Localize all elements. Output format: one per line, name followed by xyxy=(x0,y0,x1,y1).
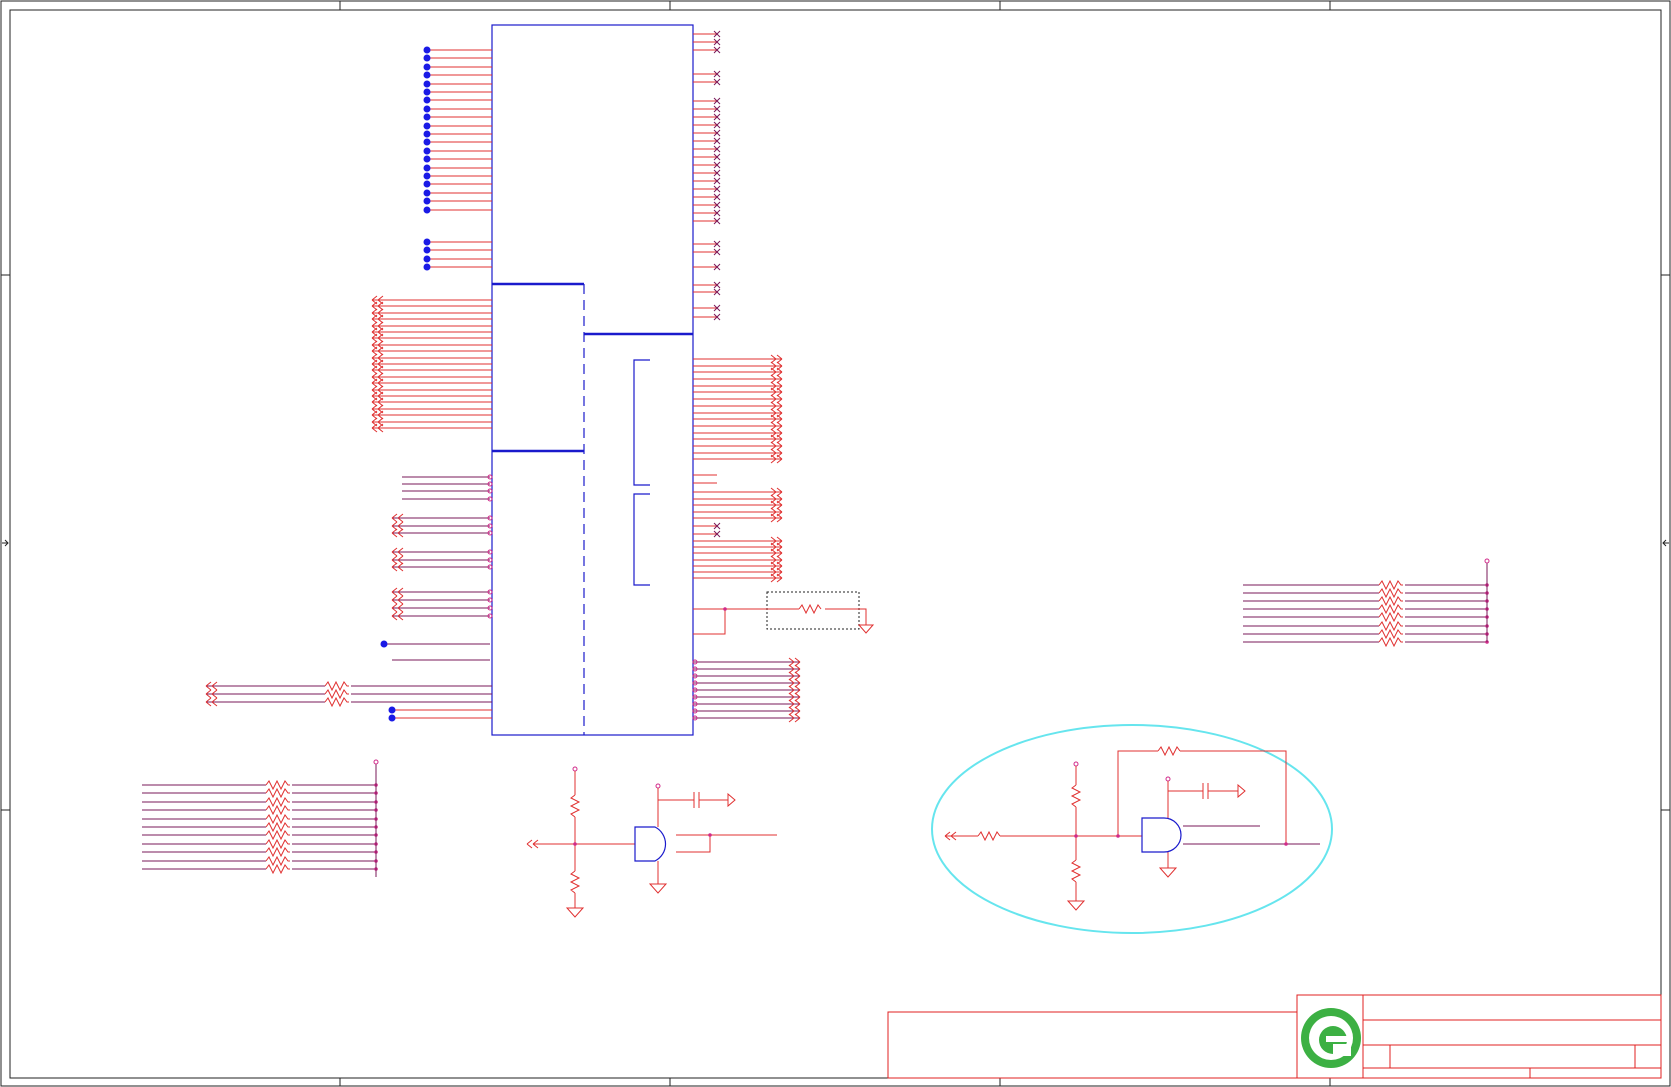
resistor-icon xyxy=(1378,603,1403,615)
ic-left-pins-junction-group xyxy=(423,46,492,271)
junction-dot-icon xyxy=(388,714,396,722)
junction-dot-icon xyxy=(423,164,431,172)
junction-dot-icon xyxy=(423,113,431,121)
ic-right-no-connect-pins xyxy=(693,30,721,321)
highlighted-reset-circuit xyxy=(931,724,1333,934)
resistor-icon xyxy=(977,830,1001,842)
resistor-icon xyxy=(1378,611,1403,623)
junction-dot-icon xyxy=(423,147,431,155)
junction-dot-icon xyxy=(423,172,431,180)
junction-dot-icon xyxy=(380,640,388,648)
termination-resistor-box xyxy=(693,591,875,635)
resistor-icon xyxy=(265,787,290,799)
ground-icon xyxy=(857,624,875,634)
title-block xyxy=(887,994,1662,1079)
schematic-sheet xyxy=(0,0,1671,1087)
junction-dot-icon xyxy=(423,88,431,96)
resistor-icon xyxy=(265,779,290,791)
resistor-icon xyxy=(324,688,349,700)
resistor-icon xyxy=(265,804,290,816)
resistor-icon xyxy=(1157,745,1181,757)
resistor-icon xyxy=(324,680,349,692)
resistor-icon xyxy=(1378,620,1403,632)
junction-dot-icon xyxy=(423,263,431,271)
resistor-icon xyxy=(1378,628,1403,640)
junction-dot-icon xyxy=(423,138,431,146)
sheet-border xyxy=(0,0,1671,1087)
resistor-icon xyxy=(798,603,822,615)
pull-up-resistor-network-left xyxy=(142,759,379,877)
capacitor-icon xyxy=(690,792,720,808)
power-port-icon xyxy=(1232,783,1246,799)
junction-dot-icon xyxy=(423,130,431,138)
ic-left-pins-connector-group xyxy=(371,295,492,433)
ic-right-connector-pins xyxy=(693,354,783,583)
resistor-icon xyxy=(265,863,290,875)
resistor-icon xyxy=(265,855,290,867)
junction-dot-icon xyxy=(423,96,431,104)
junction-dot-icon xyxy=(423,122,431,130)
resistor-icon xyxy=(324,696,349,708)
series-resistor-pair xyxy=(205,680,492,708)
junction-dot-icon xyxy=(423,71,431,79)
main-ic-symbol xyxy=(491,24,694,736)
resistor-icon xyxy=(1378,579,1403,591)
junction-dot-icon xyxy=(423,255,431,263)
pull-up-resistor-network-right xyxy=(1243,558,1490,648)
resistor-icon xyxy=(265,813,290,825)
junction-dot-icon xyxy=(388,706,396,714)
junction-dot-icon xyxy=(423,206,431,214)
power-port-icon xyxy=(720,792,736,808)
ic-right-bottom-pins xyxy=(692,657,801,723)
junction-dot-icon xyxy=(423,80,431,88)
resistor-icon xyxy=(569,794,581,818)
resistor-icon xyxy=(265,838,290,850)
reset-circuit-left xyxy=(526,766,777,918)
junction-dot-icon xyxy=(423,54,431,62)
resistor-icon xyxy=(569,870,581,894)
resistor-icon xyxy=(265,846,290,858)
and-gate-icon xyxy=(1141,817,1182,853)
resistor-icon xyxy=(265,829,290,841)
ground-icon xyxy=(1158,867,1178,878)
capacitor-icon xyxy=(1200,783,1232,799)
ground-icon xyxy=(1066,900,1086,911)
resistor-icon xyxy=(1378,595,1403,607)
resistor-icon xyxy=(265,821,290,833)
resistor-icon xyxy=(1070,859,1082,883)
junction-dot-icon xyxy=(423,63,431,71)
junction-dot-icon xyxy=(423,46,431,54)
junction-dot-icon xyxy=(423,180,431,188)
resistor-icon xyxy=(1070,784,1082,808)
and-gate-icon xyxy=(634,826,667,862)
ground-icon xyxy=(565,907,585,918)
resistor-icon xyxy=(265,796,290,808)
junction-dot-icon xyxy=(423,155,431,163)
resistor-icon xyxy=(1378,587,1403,599)
junction-dot-icon xyxy=(423,246,431,254)
resistor-icon xyxy=(1378,636,1403,648)
junction-dot-icon xyxy=(423,238,431,246)
junction-dot-icon xyxy=(423,197,431,205)
junction-dot-icon xyxy=(423,105,431,113)
junction-dot-icon xyxy=(423,189,431,197)
power-port-icon xyxy=(373,759,379,765)
ground-icon xyxy=(648,883,668,894)
company-logo-icon xyxy=(1301,1008,1361,1068)
power-port-icon xyxy=(1484,558,1490,564)
ic-left-pins-lower-group xyxy=(380,474,493,722)
schematic-canvas xyxy=(0,0,1671,1087)
